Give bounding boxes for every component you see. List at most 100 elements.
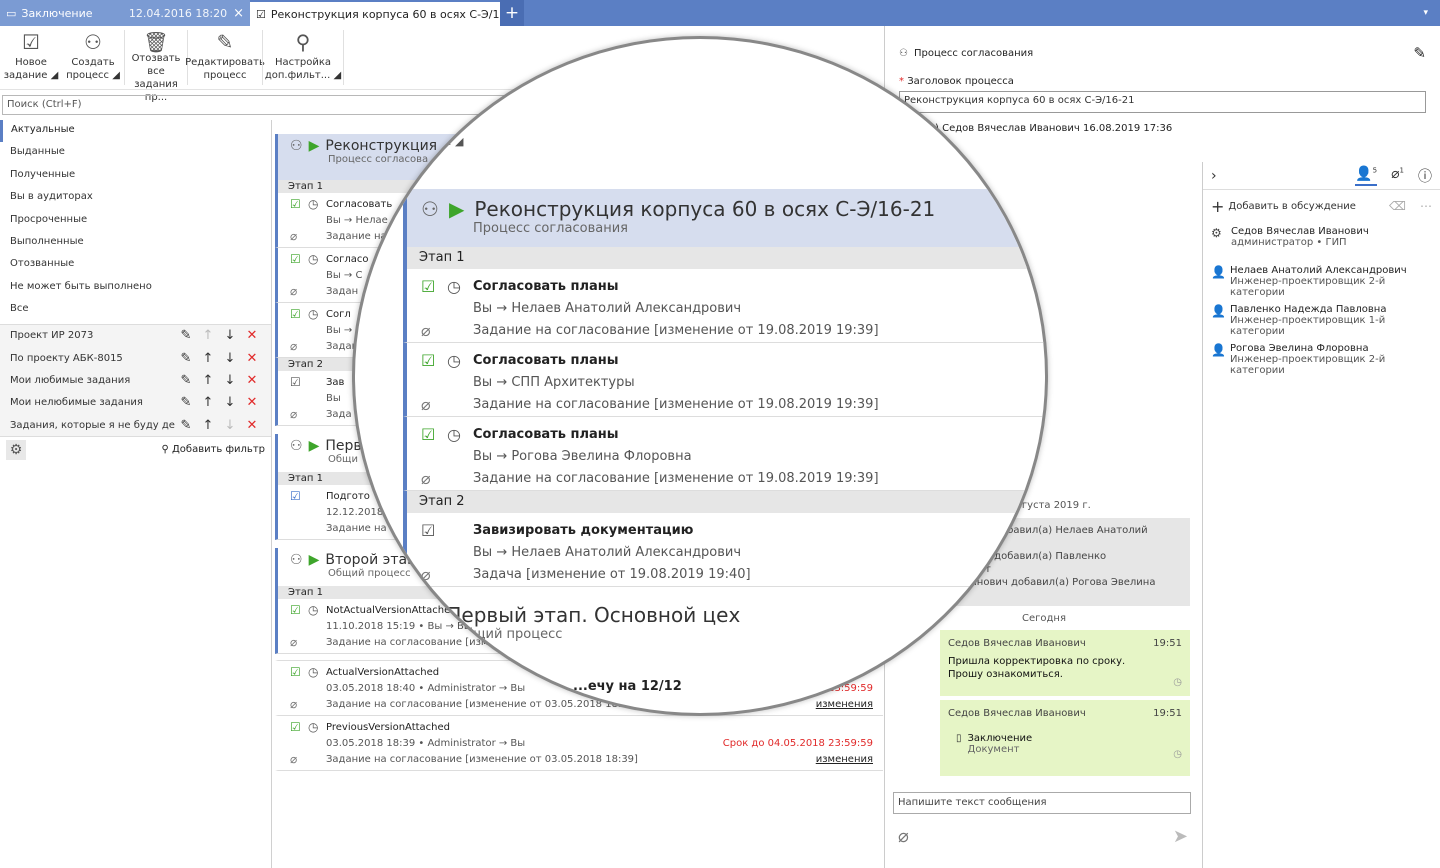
nav-item-actual[interactable]: Актуальные [0, 120, 271, 143]
participant-name: Павленко Надежда Павловна [1229, 304, 1387, 315]
nav-item-overdue[interactable]: Просроченные [0, 210, 271, 232]
task-item[interactable]: ☑ ◷ Согласовать планы Вы → Рогова Эвелина … [403, 417, 1045, 491]
checkbox-icon: ☑ [421, 276, 436, 296]
pencil-icon[interactable]: ✎ [175, 351, 197, 366]
arrow-up-icon[interactable]: ↑ [197, 418, 219, 433]
close-icon[interactable]: ✕ [241, 418, 263, 433]
filter-item[interactable]: Мои нелюбимые задания ✎ ↑ ↓ ✕ [0, 392, 271, 414]
group-title: Перв [325, 438, 362, 454]
edit-process-button[interactable]: ✎ Редактировать процесс [185, 26, 265, 89]
task-item[interactable]: ☑ ◷ Согласовать планы Вы → СПП Архитектуры… [403, 343, 1045, 417]
attachments-tab[interactable]: ⌀1 [1391, 166, 1404, 186]
participant-item[interactable]: 👤 Нелаев Анатолий Александрович Инженер-п… [1203, 261, 1440, 300]
paperclip-icon: ⌀ [1391, 165, 1400, 182]
checkbox-icon: ☑ [290, 252, 301, 266]
tab-conclusion[interactable]: ▭ Заключение 12.04.2016 18:20 × [0, 0, 250, 26]
tab-label: Реконструкция корпуса 60 в осях С-Э/1... [270, 7, 510, 21]
paperclip-icon: ⌀ [290, 697, 298, 711]
nav-item-received[interactable]: Полученные [0, 165, 271, 187]
create-process-button[interactable]: ⚇ Создать процесс ◢ [62, 26, 124, 89]
magnified-cut-text: ...ечу на 12/12 [573, 679, 682, 694]
close-icon[interactable]: ✕ [241, 395, 263, 410]
add-tab-button[interactable]: + [500, 0, 524, 26]
person-icon: 👤 [1211, 265, 1226, 279]
participant-item[interactable]: ⚙ Седов Вячеслав Иванович администратор •… [1203, 222, 1440, 261]
participant-item[interactable]: 👤 Павленко Надежда Павловна Инженер-проек… [1203, 300, 1440, 339]
tab-bar: ▭ Заключение 12.04.2016 18:20 × ☑ Реконс… [0, 0, 1440, 26]
nav-item-revoked[interactable]: Отозванные [0, 254, 271, 276]
pencil-icon: ✎ [216, 30, 234, 54]
task-item[interactable]: ☑ Завизировать документацию Вы → Нелаев А… [403, 513, 1045, 587]
chevron-right-icon[interactable]: › [1211, 168, 1217, 184]
document-icon: ▭ [6, 6, 17, 20]
edit-process-label: Редактировать процесс [185, 57, 265, 81]
magnifier-overlay: ...ит... ◢ ⚇ ▶ Реконструкция корпуса 60 в … [352, 36, 1048, 716]
filter-item[interactable]: Мои любимые задания ✎ ↑ ↓ ✕ [0, 369, 271, 391]
pencil-icon[interactable]: ✎ [175, 418, 197, 433]
magnified-group-header[interactable]: ⚇ ▶ Реконструкция корпуса 60 в осях С-Э/16… [403, 189, 1045, 247]
paperclip-icon: ⌀ [290, 752, 298, 766]
broom-icon[interactable]: ⌫ [1389, 199, 1406, 213]
arrow-up-icon[interactable]: ↑ [197, 328, 219, 343]
pencil-icon[interactable]: ✎ [175, 395, 197, 410]
arrow-down-icon[interactable]: ↓ [219, 395, 241, 410]
filter-item[interactable]: Задания, которые я не буду делать ✎ ↑ ↓ … [0, 414, 271, 436]
more-icon[interactable]: ⋯ [1420, 199, 1432, 213]
clock-icon: ◷ [308, 197, 319, 211]
revoke-tasks-button[interactable]: 🗑 Отозвать все задания пр... [125, 26, 187, 103]
send-icon[interactable]: ➤ [1173, 826, 1188, 847]
process-icon: ⚇ [290, 438, 303, 454]
nav-item-completed[interactable]: Выполненные [0, 232, 271, 254]
paperclip-icon[interactable]: ⌀ [898, 826, 909, 847]
info-icon[interactable]: ⓘ [1418, 166, 1432, 186]
task-item[interactable]: ☑ ◷ PreviousVersionAttached 03.05.2018 18:… [275, 716, 883, 771]
message-input[interactable]: Напишите текст сообщения [893, 792, 1191, 814]
arrow-down-icon[interactable]: ↓ [219, 328, 241, 343]
arrow-up-icon[interactable]: ↑ [197, 395, 219, 410]
magnified-group-header[interactable]: ▶ Первый этап. Основной цех Общий процесс [403, 603, 1045, 642]
pencil-icon[interactable]: ✎ [175, 328, 197, 343]
task-title: Согласовать планы [473, 278, 619, 294]
task-item[interactable]: ☑ ◷ Согласовать планы Вы → Нелаев Анатолий… [403, 269, 1045, 343]
checkbox-icon: ☑ [421, 350, 436, 370]
message-text: Пришла корректировка по сроку. [948, 656, 1126, 667]
task-route: Вы → Нелаев Анатолий Александрович [473, 300, 742, 316]
process-title-field[interactable]: Реконструкция корпуса 60 в осях С-Э/16-2… [899, 91, 1426, 113]
filter-settings-button[interactable]: ⚲ Настройка доп.фильт... ◢ [263, 26, 343, 89]
pencil-icon[interactable]: ✎ [1413, 44, 1426, 62]
arrow-up-icon[interactable]: ↑ [197, 373, 219, 388]
arrow-down-icon[interactable]: ↓ [219, 418, 241, 433]
changes-link[interactable]: изменения [816, 754, 873, 765]
play-icon: ▶ [308, 438, 320, 454]
gear-icon[interactable]: ⚙ [6, 439, 26, 460]
filter-settings-icon: ⚲ [295, 30, 311, 54]
task-route: Вы → Рогова Эвелина Флоровна [473, 448, 692, 464]
close-icon[interactable]: ✕ [241, 373, 263, 388]
nav-item-auditors[interactable]: Вы в аудиторах [0, 187, 271, 209]
person-icon: ⚙ [1211, 226, 1222, 240]
nav-item-issued[interactable]: Выданные [0, 142, 271, 164]
arrow-down-icon[interactable]: ↓ [219, 373, 241, 388]
task-title: Согласовать планы [473, 426, 619, 442]
new-task-button[interactable]: ☑ Новое задание ◢ [0, 26, 62, 89]
filter-item[interactable]: Проект ИР 2073 ✎ ↑ ↓ ✕ [0, 325, 271, 347]
paperclip-icon: ⌀ [290, 339, 298, 353]
participant-role: Инженер-проектировщик 2-й категории [1229, 276, 1386, 298]
arrow-down-icon[interactable]: ↓ [219, 351, 241, 366]
close-icon[interactable]: ✕ [241, 328, 263, 343]
participant-item[interactable]: 👤 Рогова Эвелина Флоровна Инженер-проекти… [1203, 339, 1440, 378]
close-icon[interactable]: × [233, 6, 244, 21]
filter-item[interactable]: По проекту АБК-8015 ✎ ↑ ↓ ✕ [0, 347, 271, 369]
add-to-discussion-button[interactable]: Добавить в обсуждение [1228, 201, 1356, 212]
close-icon[interactable]: ✕ [241, 351, 263, 366]
changes-link[interactable]: изменения [816, 699, 873, 710]
paperclip-icon: ⌀ [421, 394, 431, 414]
nav-item-all[interactable]: Все [0, 299, 271, 321]
tab-menu-icon[interactable]: ▾ [1423, 8, 1440, 18]
arrow-up-icon[interactable]: ↑ [197, 351, 219, 366]
nav-item-impossible[interactable]: Не может быть выполнено [0, 277, 271, 299]
add-filter-button[interactable]: ⚲ Добавить фильтр [161, 444, 265, 455]
pencil-icon[interactable]: ✎ [175, 373, 197, 388]
tab-reconstruction[interactable]: ☑ Реконструкция корпуса 60 в осях С-Э/1.… [250, 0, 521, 26]
participants-tab[interactable]: 👤5 [1355, 166, 1378, 186]
